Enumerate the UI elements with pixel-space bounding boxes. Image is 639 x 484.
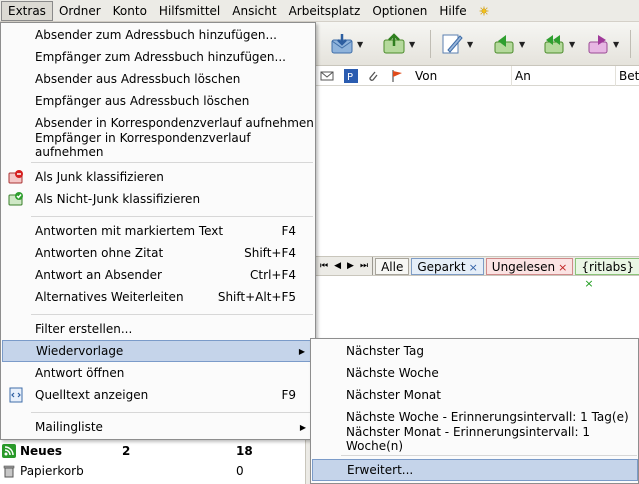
menu-arbeitsplatz[interactable]: Arbeitsplatz <box>283 1 367 21</box>
folder-tree: Neues 2 18 Papierkorb 0 <box>0 438 305 484</box>
reply-icon <box>494 35 514 54</box>
chevron-down-icon[interactable]: ▼ <box>357 40 363 49</box>
priority-icon[interactable]: P <box>344 69 358 83</box>
menu-item-delete-sender-addressbook[interactable]: Absender aus Adressbuch löschen <box>2 68 314 90</box>
tab-unread[interactable]: Ungelesen × <box>485 257 574 275</box>
chevron-down-icon[interactable]: ▼ <box>519 40 525 49</box>
close-icon[interactable]: × <box>558 261 567 274</box>
close-icon[interactable]: × <box>584 277 593 290</box>
first-tab-icon[interactable]: ⏮ <box>320 261 328 271</box>
menu-item-mailing-list[interactable]: Mailingliste ▶ <box>2 416 314 438</box>
filter-tab-bar: ⏮ ◀ ▶ ⏭ Alle Geparkt × Ungelesen × {ritlab… <box>316 256 639 290</box>
submenu-item-next-month[interactable]: Nächster Monat <box>312 384 638 406</box>
send-mail-button[interactable]: ▼ <box>382 30 415 58</box>
menu-item-mark-not-junk[interactable]: Als Nicht-Junk klassifizieren <box>2 188 314 210</box>
receive-mail-icon <box>331 34 353 54</box>
menu-item-delete-recipient-addressbook[interactable]: Empfänger aus Adressbuch löschen <box>2 90 314 112</box>
sun-icon[interactable] <box>473 1 495 21</box>
folder-unread-count: 2 <box>122 444 131 458</box>
flag-icon[interactable] <box>390 69 404 83</box>
chevron-down-icon[interactable]: ▼ <box>613 40 619 49</box>
tab-parked[interactable]: Geparkt × <box>411 257 484 275</box>
reply-all-button[interactable]: ▼ <box>542 30 575 58</box>
submenu-arrow-icon: ▶ <box>298 346 305 356</box>
last-tab-icon[interactable]: ⏭ <box>360 261 368 271</box>
chevron-down-icon[interactable]: ▼ <box>467 40 473 49</box>
submenu-arrow-icon: ▶ <box>299 422 306 432</box>
submenu-item-next-day[interactable]: Nächster Tag <box>312 340 638 362</box>
menu-item-open-reply[interactable]: Antwort öffnen <box>2 362 314 384</box>
envelope-icon[interactable] <box>320 69 334 83</box>
menu-optionen[interactable]: Optionen <box>366 1 433 21</box>
menu-extras[interactable]: Extras <box>1 0 53 21</box>
menu-ansicht[interactable]: Ansicht <box>226 1 282 21</box>
forward-icon <box>588 35 608 54</box>
rss-icon <box>2 444 16 458</box>
menu-hilfsmittel[interactable]: Hilfsmittel <box>153 1 226 21</box>
attachment-icon[interactable] <box>366 69 380 83</box>
menu-item-reply-marked-text[interactable]: Antworten mit markiertem Text F4 <box>2 220 314 242</box>
submenu-item-next-week[interactable]: Nächste Woche <box>312 362 638 384</box>
compose-button[interactable]: ▼ <box>440 30 473 58</box>
source-code-icon <box>9 387 23 403</box>
receive-mail-button[interactable]: ▼ <box>330 30 363 58</box>
folder-row-neues[interactable]: Neues 2 18 <box>0 441 305 461</box>
chevron-down-icon[interactable]: ▼ <box>569 40 575 49</box>
folder-total-count: 18 <box>236 444 253 458</box>
folder-name: Neues <box>20 444 63 458</box>
menu-item-add-recipient-history[interactable]: Empfänger in Korrespondenzverlauf aufneh… <box>2 131 314 159</box>
shortcut-label: Shift+Alt+F5 <box>217 290 296 304</box>
pen-icon <box>442 34 463 54</box>
folder-total-count: 0 <box>236 464 244 478</box>
shortcut-label: Shift+F4 <box>244 246 296 260</box>
tab-ritlabs[interactable]: {ritlabs}× <box>575 257 639 290</box>
menu-item-alternative-forward[interactable]: Alternatives Weiterleiten Shift+Alt+F5 <box>2 286 314 308</box>
menu-item-show-source[interactable]: Quelltext anzeigen F9 <box>2 384 314 406</box>
column-header-to[interactable]: An <box>512 66 616 86</box>
menu-item-add-recipient-addressbook[interactable]: Empfänger zum Adressbuch hinzufügen... <box>2 46 314 68</box>
menu-item-followup[interactable]: Wiedervorlage ▶ <box>2 340 314 362</box>
not-junk-icon <box>8 192 23 206</box>
chevron-down-icon[interactable]: ▼ <box>409 40 415 49</box>
junk-icon <box>8 170 23 184</box>
menu-item-create-filter[interactable]: Filter erstellen... <box>2 318 314 340</box>
menu-item-reply-sender[interactable]: Antwort an Absender Ctrl+F4 <box>2 264 314 286</box>
menu-item-mark-junk[interactable]: Als Junk klassifizieren <box>2 166 314 188</box>
shortcut-label: Ctrl+F4 <box>250 268 296 282</box>
column-header-from[interactable]: Von <box>412 66 512 86</box>
next-tab-icon[interactable]: ▶ <box>347 261 354 271</box>
submenu-item-advanced[interactable]: Erweitert... <box>312 459 638 481</box>
main-toolbar: ▼ ▼ ▼ ▼ ▼ ▼ <box>316 22 639 66</box>
prev-tab-icon[interactable]: ◀ <box>334 261 341 271</box>
menu-konto[interactable]: Konto <box>107 1 153 21</box>
menubar: Extras Ordner Konto Hilfsmittel Ansicht … <box>0 0 639 22</box>
reply-all-icon <box>544 35 564 54</box>
submenu-item-next-month-reminder[interactable]: Nächster Monat - Erinnerungsintervall: 1… <box>312 425 638 453</box>
shortcut-label: F4 <box>281 224 296 238</box>
tab-all[interactable]: Alle <box>375 257 410 275</box>
extras-menu: Absender zum Adressbuch hinzufügen... Em… <box>0 22 316 440</box>
menu-hilfe[interactable]: Hilfe <box>433 1 472 21</box>
forward-button[interactable]: ▼ <box>586 30 619 58</box>
close-icon[interactable]: × <box>469 261 478 274</box>
message-list-header: P Von An Betr <box>316 66 639 86</box>
menu-item-reply-no-quote[interactable]: Antworten ohne Zitat Shift+F4 <box>2 242 314 264</box>
followup-submenu: Nächster Tag Nächste Woche Nächster Mona… <box>310 338 639 484</box>
shortcut-label: F9 <box>281 388 296 402</box>
tab-navigation: ⏮ ◀ ▶ ⏭ <box>316 257 374 275</box>
svg-text:P: P <box>347 72 353 83</box>
send-mail-icon <box>383 33 405 54</box>
reply-button[interactable]: ▼ <box>492 30 525 58</box>
trash-icon <box>3 465 15 478</box>
menu-item-add-sender-addressbook[interactable]: Absender zum Adressbuch hinzufügen... <box>2 24 314 46</box>
column-header-subject[interactable]: Betr <box>616 66 639 86</box>
folder-row-papierkorb[interactable]: Papierkorb 0 <box>0 461 305 481</box>
menu-ordner[interactable]: Ordner <box>53 1 107 21</box>
folder-name: Papierkorb <box>20 464 84 478</box>
